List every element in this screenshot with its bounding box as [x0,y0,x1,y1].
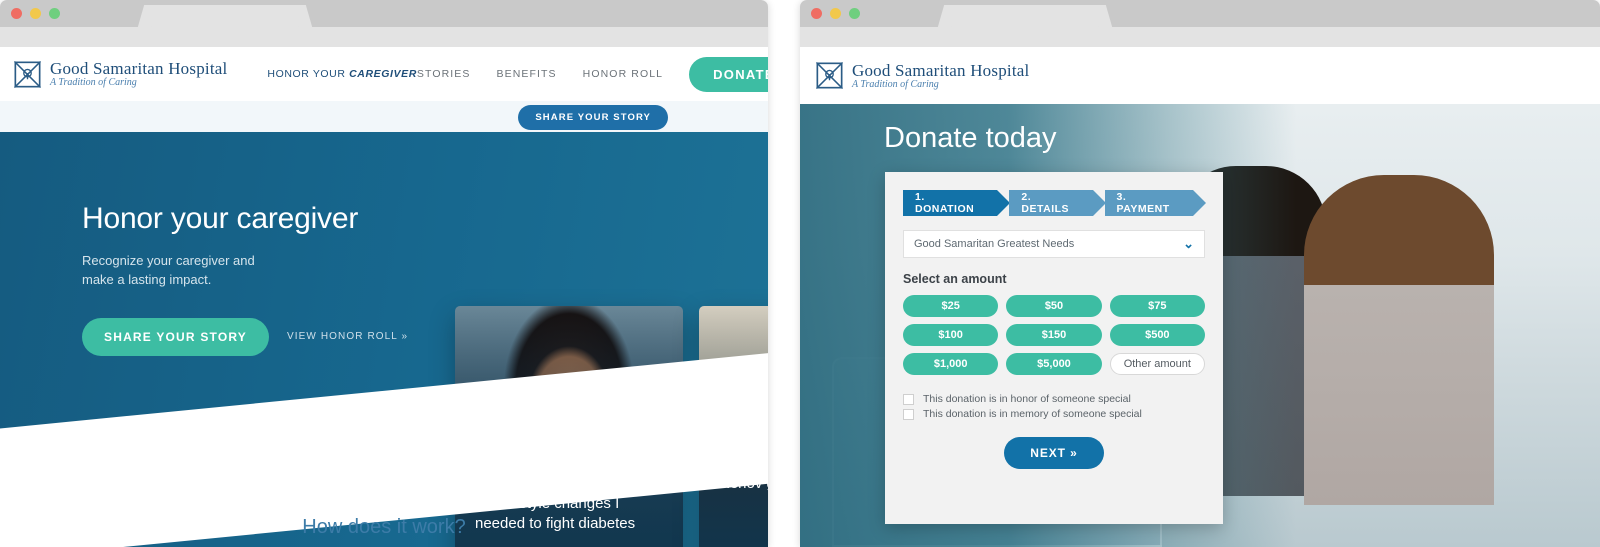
hospital-emblem-icon [14,60,41,88]
dedication-checkboxes: This donation is in honor of someone spe… [903,393,1205,420]
page-viewport-left: Good Samaritan Hospital A Tradition of C… [0,47,768,547]
honor-checkbox-row[interactable]: This donation is in honor of someone spe… [903,393,1205,405]
how-it-works-heading: How does it work? [302,516,466,538]
maximize-window-button[interactable] [49,8,60,19]
minimize-window-button[interactable] [830,8,841,19]
nav-item-stories[interactable]: STORIES [417,68,471,80]
campaign-emphasis: CAREGIVER [349,68,417,80]
logo-name-left: Good Samaritan Hospital [50,59,228,78]
share-your-story-button-small[interactable]: SHARE YOUR STORY [518,105,668,130]
logo-tagline-right: A Tradition of Caring [852,78,939,90]
close-window-button[interactable] [11,8,22,19]
maximize-window-button[interactable] [849,8,860,19]
amount-button-500[interactable]: $500 [1109,324,1205,346]
memory-checkbox-row[interactable]: This donation is in memory of someone sp… [903,408,1205,420]
share-your-story-button-hero[interactable]: SHARE YOUR STORY [82,317,270,356]
amount-button-25[interactable]: $25 [903,295,999,317]
fund-select[interactable]: Good Samaritan Greatest Needs ⌄ [903,230,1205,258]
step-payment[interactable]: 3. PAYMENT [1104,190,1207,216]
minimize-window-button[interactable] [30,8,41,19]
fund-select-value: Good Samaritan Greatest Needs [914,238,1075,250]
campaign-prefix: HONOR YOUR [267,68,350,80]
select-amount-label: Select an amount [903,272,1007,286]
site-logo-right[interactable]: Good Samaritan Hospital A Tradition of C… [816,62,1029,90]
logo-tagline-left: A Tradition of Caring [50,77,137,88]
hero-section-left: Honor your caregiver Recognize your care… [0,132,768,547]
view-honor-roll-link[interactable]: VIEW HONOR ROLL » [287,331,408,342]
amount-button-50[interactable]: $50 [1006,295,1102,317]
hero-heading: Honor your caregiver [82,202,359,235]
chevron-down-icon: ⌄ [1183,236,1194,251]
donate-button[interactable]: DONATE [689,56,768,92]
nav-item-benefits[interactable]: BENEFITS [497,68,557,80]
step-details[interactable]: 2. DETAILS [1009,190,1106,216]
hero-subheading: Recognize your caregiver and make a lasti… [82,253,255,287]
amount-button-75[interactable]: $75 [1109,295,1205,317]
site-logo-left[interactable]: Good Samaritan Hospital A Tradition of C… [14,60,227,88]
honor-checkbox-label: This donation is in honor of someone spe… [923,393,1131,405]
browser-toolbar-left [0,27,768,47]
hero-actions: SHARE YOUR STORY VIEW HONOR ROLL » [82,317,422,356]
amount-button-5000[interactable]: $5,000 [1006,353,1102,375]
browser-window-right: Good Samaritan Hospital A Tradition of C… [800,0,1600,547]
close-window-button[interactable] [811,8,822,19]
logo-name-right: Good Samaritan Hospital [852,60,1030,80]
browser-window-left: Good Samaritan Hospital A Tradition of C… [0,0,768,547]
titlebar-right [800,0,1600,27]
step-donation[interactable]: 1. DONATION [903,190,1011,216]
nav-item-honor-roll[interactable]: HONOR ROLL [583,68,663,80]
honor-checkbox[interactable] [903,393,914,405]
page-viewport-right: Good Samaritan Hospital A Tradition of C… [800,47,1600,547]
campaign-label: HONOR YOUR CAREGIVER [267,68,417,80]
browser-toolbar-right [800,27,1600,47]
amount-button-150[interactable]: $150 [1006,324,1102,346]
site-header-left: Good Samaritan Hospital A Tradition of C… [0,47,768,101]
donate-hero: Donate today 1. DONATION 2. DETAILS 3. P… [800,104,1600,547]
window-controls-right[interactable] [811,8,860,19]
next-button[interactable]: NEXT » [1004,437,1104,469]
other-amount-input[interactable]: Other amount [1109,353,1205,375]
memory-checkbox[interactable] [903,408,914,420]
hero-copy: Honor your caregiver Recognize your care… [82,202,422,356]
browser-tab[interactable] [152,5,298,27]
donate-today-title: Donate today [884,122,1057,154]
form-steps: 1. DONATION 2. DETAILS 3. PAYMENT [903,190,1207,216]
donation-form: 1. DONATION 2. DETAILS 3. PAYMENT Good S… [885,172,1223,524]
screenshot-stage: Good Samaritan Hospital A Tradition of C… [0,0,1600,547]
secondary-bar: SHARE YOUR STORY [0,101,768,132]
browser-tab[interactable] [952,5,1098,27]
amount-button-1000[interactable]: $1,000 [903,353,999,375]
amount-options: $25 $50 $75 $100 $150 $500 $1,000 $5,000… [903,295,1205,375]
memory-checkbox-label: This donation is in memory of someone sp… [923,408,1142,420]
window-controls-left[interactable] [11,8,60,19]
amount-button-100[interactable]: $100 [903,324,999,346]
primary-nav: STORIES BENEFITS HONOR ROLL DONATE [417,56,768,92]
hospital-emblem-icon [816,62,843,89]
titlebar-left [0,0,768,27]
site-header-right: Good Samaritan Hospital A Tradition of C… [800,47,1600,104]
